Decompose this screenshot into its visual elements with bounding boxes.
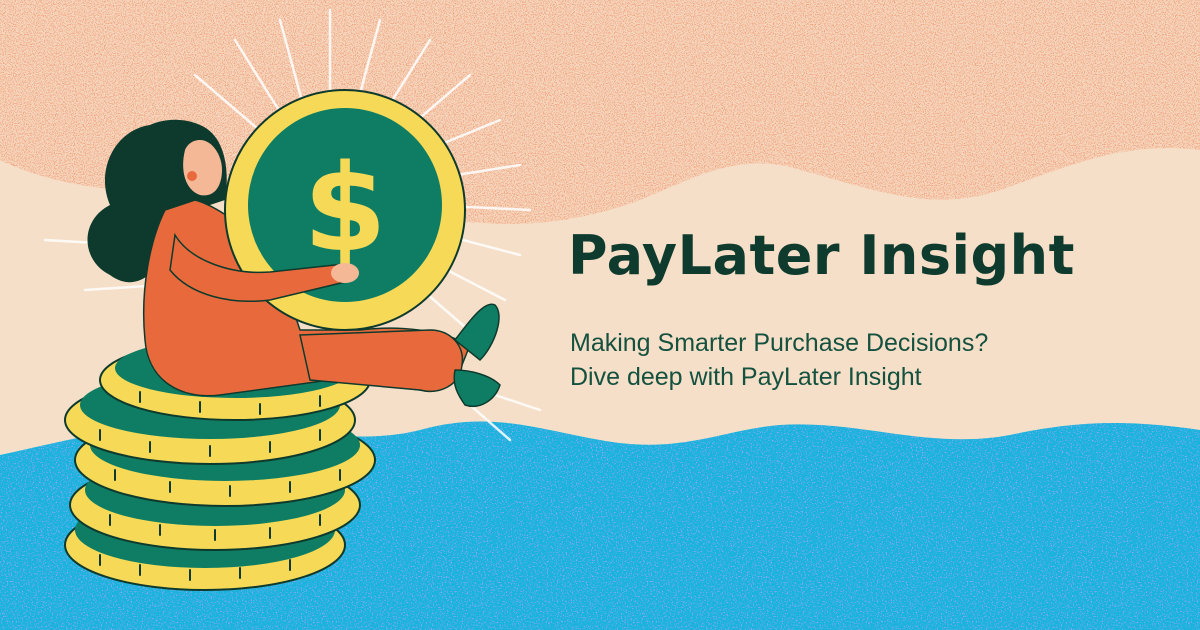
background-artwork: $ xyxy=(0,0,1200,630)
subtitle-line-2: Dive deep with PayLater Insight xyxy=(570,363,922,391)
banner-title: PayLater Insight xyxy=(568,224,1075,287)
banner-subtitle: Making Smarter Purchase Decisions? Dive … xyxy=(570,326,988,394)
woman-illustration: $ xyxy=(87,89,501,407)
dollar-sign-icon: $ xyxy=(303,140,387,279)
subtitle-line-1: Making Smarter Purchase Decisions? xyxy=(570,329,989,357)
promo-banner: $ PayLater Insight Making Smarter Purcha… xyxy=(0,0,1200,630)
